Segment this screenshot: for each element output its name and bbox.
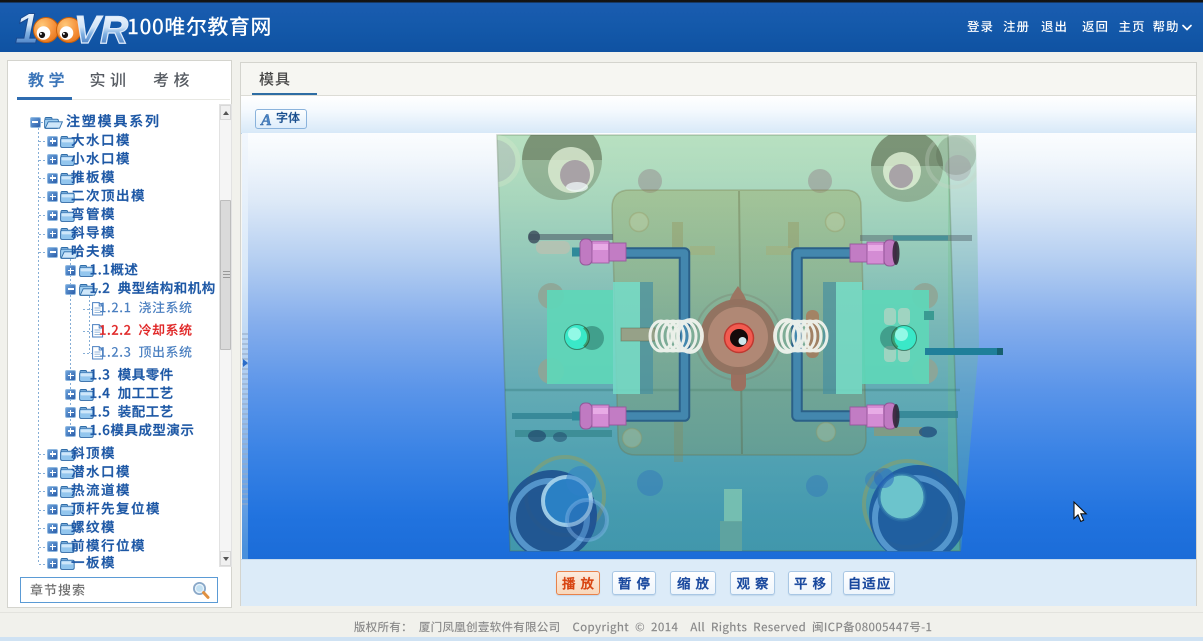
svg-text:A: A <box>260 112 272 128</box>
svg-text:VR: VR <box>74 9 128 50</box>
